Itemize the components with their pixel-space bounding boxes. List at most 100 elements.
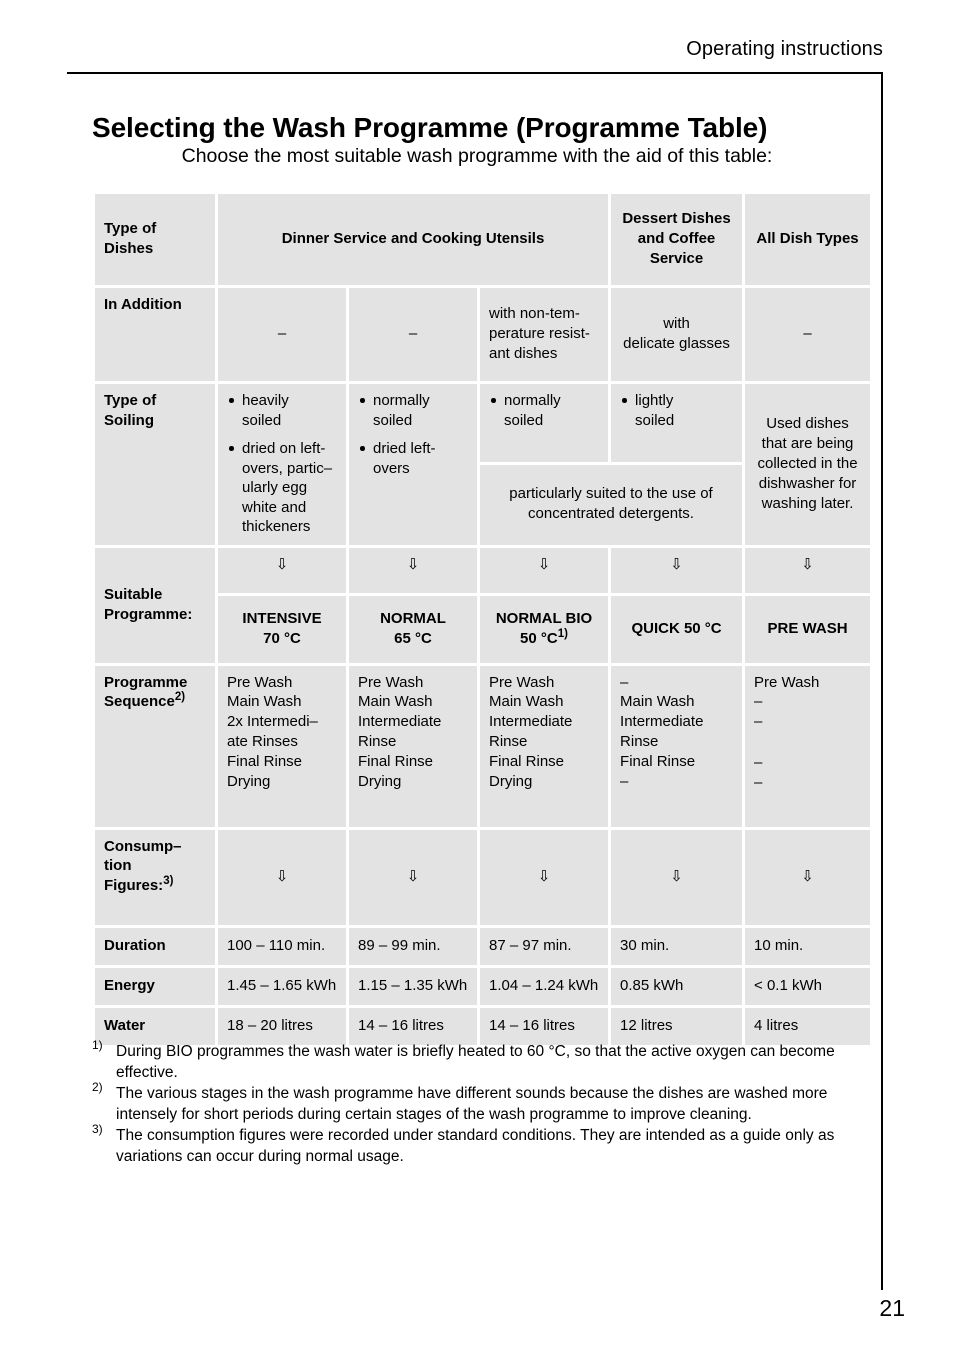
footnote-marker: 1): [92, 1038, 103, 1052]
water-cell-2: 14 – 16 litres: [349, 1007, 477, 1045]
duration-cell-4: 30 min.: [611, 927, 743, 965]
sequence-step: Pre Wash: [227, 673, 293, 691]
energy-cell-5: < 0.1 kWh: [745, 967, 871, 1005]
sequence-gap: [754, 732, 861, 753]
footnote-ref-1: 1): [557, 627, 568, 640]
down-arrow-icon: ⇩: [218, 829, 346, 925]
sequence-step: Final Rinse: [489, 753, 565, 771]
water-cell-4: 12 litres: [611, 1007, 743, 1045]
sequence-step: Drying: [227, 773, 271, 791]
energy-cell-1: 1.45 – 1.65 kWh: [218, 967, 346, 1005]
programme-temp: 50 °C: [520, 629, 558, 647]
sequence-step: Final Rinse: [227, 753, 303, 771]
soiling-cell-2: normally soiled dried left-overs: [349, 384, 477, 545]
down-arrow-icon: ⇩: [349, 547, 477, 593]
rowlabel-suitable-programme: Suitable Programme:: [95, 547, 215, 663]
energy-cell-2: 1.15 – 1.35 kWh: [349, 967, 477, 1005]
down-arrow-icon: ⇩: [745, 829, 871, 925]
rowlabel-in-addition: In Addition: [95, 288, 215, 381]
page-subtitle: Choose the most suitable wash programme …: [181, 145, 773, 167]
sequence-step: Intermediate: [620, 713, 704, 731]
header-dessert-dishes: Dessert Dishes and Coffee Service: [611, 194, 743, 285]
sequence-step: Main Wash: [620, 693, 695, 711]
water-cell-3: 14 – 16 litres: [480, 1007, 609, 1045]
footnote-text: During BIO programmes the wash water is …: [116, 1043, 835, 1081]
footnote-3: 3) The consumption figures were recorded…: [92, 1122, 867, 1167]
energy-cell-4: 0.85 kWh: [611, 967, 743, 1005]
down-arrow-icon: ⇩: [611, 829, 743, 925]
programme-normal: NORMAL 65 °C: [349, 595, 477, 663]
sequence-step: Main Wash: [358, 693, 433, 711]
down-arrow-icon: ⇩: [611, 547, 743, 593]
programme-name: NORMAL BIO: [495, 609, 593, 627]
sequence-cell-1: Pre Wash Main Wash 2x Intermedi– ate Rin…: [218, 665, 346, 827]
sequence-step: Drying: [489, 773, 533, 791]
footnote-text: The consumption figures were recorded un…: [116, 1127, 835, 1166]
footnote-2: 2) The various stages in the wash progra…: [92, 1080, 867, 1125]
down-arrow-icon: ⇩: [745, 547, 871, 593]
duration-cell-2: 89 – 99 min.: [349, 927, 477, 965]
table-row-in-addition: In Addition – – with non-tem-perature re…: [95, 288, 871, 381]
table-row-programme-sequence: Programme Sequence2) Pre Wash Main Wash 2…: [95, 665, 871, 827]
soiling-bullet: normally soiled: [489, 391, 599, 430]
footnotes: 1) During BIO programmes the wash water …: [92, 1038, 867, 1169]
sequence-step: –: [754, 693, 763, 711]
rowlabel-type-of-soiling: Type of Soiling: [95, 384, 215, 545]
rowlabel-water: Water: [95, 1007, 215, 1045]
footnote-ref-2: 2): [174, 691, 186, 704]
frame-top-rule: [67, 72, 883, 74]
sequence-step: –: [754, 774, 763, 792]
in-addition-cell-1: –: [218, 288, 346, 381]
sequence-step: Drying: [358, 773, 402, 791]
sequence-step: Pre Wash: [754, 673, 820, 691]
rowlabel-programme-sequence: Programme Sequence2): [95, 665, 215, 827]
sequence-step: Main Wash: [489, 693, 564, 711]
programme-quick: QUICK 50 °C: [611, 595, 743, 663]
rowlabel-energy: Energy: [95, 967, 215, 1005]
soiling-bullet: heavily soiled: [227, 391, 337, 430]
soiling-bullet: dried left-overs: [358, 439, 468, 478]
sequence-step: –: [620, 773, 629, 791]
sequence-step: Intermediate: [489, 713, 573, 731]
programme-table: Type of Dishes Dinner Service and Cooking…: [92, 191, 873, 1048]
header-all-dish-types: All Dish Types: [745, 194, 871, 285]
footnote-ref-3: 3): [163, 875, 174, 888]
sequence-cell-4: – Main Wash Intermediate Rinse Final Rin…: [611, 665, 743, 827]
sequence-step: ate Rinses: [227, 733, 298, 751]
running-head: Operating instructions: [686, 38, 883, 60]
sequence-cell-3: Pre Wash Main Wash Intermediate Rinse Fi…: [480, 665, 609, 827]
sequence-step: Final Rinse: [358, 753, 434, 771]
footnote-marker: 2): [92, 1080, 103, 1095]
programme-temp: 65 °C: [394, 629, 432, 647]
programme-pre-wash: PRE WASH: [745, 595, 871, 663]
document-page: Operating instructions Selecting the Was…: [0, 0, 954, 1352]
sequence-step: Rinse: [620, 733, 659, 751]
sequence-step: 2x Intermedi–: [227, 713, 318, 731]
in-addition-cell-2: –: [349, 288, 477, 381]
soiling-cell-4: lightly soiled: [611, 384, 743, 463]
soiling-bullet: lightly soiled: [620, 391, 733, 430]
soiling-bullet: normally soiled: [358, 391, 468, 430]
down-arrow-icon: ⇩: [480, 547, 609, 593]
sequence-step: –: [754, 713, 763, 731]
programme-name: INTENSIVE: [242, 609, 322, 627]
footnote-text: The various stages in the wash programme…: [116, 1085, 828, 1123]
in-addition-cell-3: with non-tem-perature resist-ant dishes: [480, 288, 609, 381]
sequence-step: Rinse: [358, 733, 397, 751]
concentrated-detergents-note: particularly suited to the use of concent…: [480, 465, 743, 545]
sequence-step: Final Rinse: [620, 753, 696, 771]
sequence-cell-5: Pre Wash – – – –: [745, 665, 871, 827]
programme-normal-bio: NORMAL BIO 50 °C1): [480, 595, 609, 663]
duration-cell-1: 100 – 110 min.: [218, 927, 346, 965]
sequence-step: Pre Wash: [489, 673, 555, 691]
table-row-type-of-dishes: Type of Dishes Dinner Service and Cooking…: [95, 194, 871, 285]
soiling-cell-1: heavily soiled dried on left-overs, parti…: [218, 384, 346, 545]
frame-right-rule: [881, 72, 883, 1290]
table-row-consumption-figures: Consump– tion Figures:3) ⇩ ⇩ ⇩ ⇩ ⇩: [95, 829, 871, 925]
in-addition-cell-4: with delicate glasses: [611, 288, 743, 381]
down-arrow-icon: ⇩: [349, 829, 477, 925]
header-dinner-service: Dinner Service and Cooking Utensils: [218, 194, 609, 285]
table-row-type-of-soiling: Type of Soiling heavily soiled dried on le…: [95, 384, 871, 545]
programme-intensive: INTENSIVE 70 °C: [218, 595, 346, 663]
table-row-water: Water 18 – 20 litres 14 – 16 litres 14 –…: [95, 1007, 871, 1045]
